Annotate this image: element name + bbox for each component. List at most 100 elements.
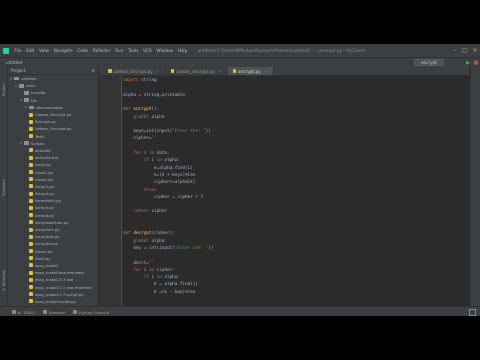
tree-file[interactable]: Array5.py [8,204,98,211]
tab-letters-encrypt[interactable]: Letters_Encrypt.py × [103,67,166,75]
project-panel-title[interactable]: Project [11,68,25,73]
event-log-icon[interactable] [469,308,476,316]
project-tree: ▾ untitled ▾ venv Include ▾ Lib ▸ site-packages C… [8,75,98,306]
code-line[interactable]: for i in cipher: [123,267,174,274]
tree-file[interactable]: Letters_Encrypt.py [8,125,98,132]
code-line[interactable]: global alpha [123,239,164,245]
todo-tool-button[interactable]: 6: TODO [8,310,39,315]
python-file-icon [170,69,175,73]
tree-file[interactable]: Array6.py [8,212,98,219]
code-line[interactable]: k=alpha.find(i) [123,166,193,172]
code-line[interactable]: if i in alpha: [123,158,180,164]
tree-file[interactable]: ArrayDel.py [8,240,98,247]
python-file-icon [29,177,33,182]
tree-file[interactable]: ArrayInsertion.py [8,219,98,226]
tree-folder[interactable]: ▾ venv [8,82,98,89]
tree-folder[interactable]: ▸ site-packages [8,104,98,111]
python-console-icon [72,310,77,314]
terminal-tool-button[interactable]: Terminal [39,310,69,315]
tree-file[interactable]: easy_install-3.7.exe [8,276,98,283]
code-line[interactable]: else: [123,188,157,194]
structure-tool-button[interactable]: Structure [2,179,6,196]
tree-file[interactable]: class1.py [8,168,98,175]
stop-icon[interactable]: ■ [472,60,480,66]
menu-window[interactable]: Window [154,48,175,53]
tab-encrypt[interactable]: encrypt.py × [227,67,274,75]
tree-file[interactable]: Array.py [8,161,98,168]
code-token: encrypt [133,107,152,113]
close-icon[interactable]: × [470,47,480,54]
project-tool-button[interactable]: Project [2,84,6,96]
tree-item-label: ArrayMulti.py [35,198,61,204]
tree-item-label: class2.py [35,176,54,182]
tree-folder[interactable]: ▾ Scripts [8,140,98,147]
code-line[interactable]: cipher+=alpha[k] [123,180,195,186]
close-tab-icon[interactable]: × [265,69,268,73]
tree-file[interactable]: easy_install-3.7.exe.manifest [8,283,98,290]
menu-file[interactable]: File [12,48,24,53]
code-line[interactable]: k=(k + keys)%len [123,173,195,179]
code-line[interactable]: cipher='' [123,136,156,142]
tree-file[interactable]: easy_install [8,262,98,269]
code-line[interactable]: k = alpha.find(i) [123,282,198,288]
tree-file[interactable]: easy_install-3.7-script.py [8,291,98,298]
maximize-icon[interactable]: □ [460,47,470,54]
tree-file[interactable]: class2.py [8,176,98,183]
favorites-tool-button[interactable]: 2: Favorites [2,270,6,291]
breadcrumb[interactable]: untitled [0,60,22,65]
code-line[interactable]: def decrypt(cipher): [123,231,175,237]
python-console-tool-button[interactable]: Python Console [69,310,113,315]
code-line[interactable]: for i in data: [123,151,169,157]
menu-navigate[interactable]: Navigate [51,48,75,53]
close-tab-icon[interactable]: × [219,69,222,73]
run-icon[interactable]: ▶ [464,60,472,66]
code-line[interactable]: decrt='' [123,261,154,267]
menu-refactor[interactable]: Refactor [91,48,113,53]
tree-file[interactable]: ArraySort.py [8,226,98,233]
menu-run[interactable]: Run [113,48,126,53]
tree-file[interactable]: ArrayUpd.py [8,233,98,240]
tree-file[interactable]: Array3.py [8,183,98,190]
tree-file[interactable]: Caesar_Encrypt.py [8,111,98,118]
code-line[interactable]: global alpha [123,115,164,121]
tree-file[interactable]: easy_install-script.py [8,298,98,305]
code-line[interactable]: import string [123,78,157,84]
menu-tools[interactable]: Tools [126,48,141,53]
tree-file[interactable]: activate.bat [8,154,98,161]
tree-file[interactable]: ArrayMulti.py [8,197,98,204]
code-token: for [133,267,144,273]
code-line[interactable]: def encrypt(): [123,107,159,113]
tree-file[interactable]: Test1 [8,133,98,140]
code-line[interactable]: keys=int(input("Enter the: ")) [123,129,211,135]
run-config-select[interactable]: encrypt [413,59,444,66]
tree-file[interactable]: Deact.py [8,248,98,255]
minimize-icon[interactable]: – [450,47,460,54]
code-line[interactable]: k =(k - key)%len [123,290,195,296]
close-tab-icon[interactable]: × [157,69,160,73]
tree-file[interactable]: Shell.py [8,255,98,262]
menu-edit[interactable]: Edit [24,48,37,53]
line-gutter[interactable] [99,76,122,306]
code-token: "Enter the: " [174,245,209,251]
code-line[interactable]: key = int(input("Enter the: ")) [123,245,213,252]
menu-bar: File Edit View Navigate Code Refactor Ru… [0,44,480,57]
code-line[interactable]: if i in alpha: [123,275,180,281]
python-file-icon [29,112,33,117]
tree-file[interactable]: Encrypt.py [8,118,98,125]
tree-file[interactable]: activate [8,147,98,154]
tree-file[interactable]: Array4.py [8,190,98,197]
tree-folder[interactable]: ▾ Lib [8,97,98,104]
menu-vcs[interactable]: VCS [141,48,154,53]
tab-caesar-encrypt[interactable]: caesar_encrypt.py × [166,67,228,75]
tree-folder[interactable]: ▾ untitled [8,75,98,82]
menu-help[interactable]: Help [175,48,189,53]
code-line[interactable]: cipher = cipher + i [123,195,203,201]
menu-view[interactable]: View [37,48,52,53]
code-line[interactable]: return cipher [123,209,167,215]
tree-folder[interactable]: Include [8,89,98,96]
tree-file[interactable]: easy_install.exe.manifest [8,269,98,276]
gear-icon[interactable]: ⚙ [91,68,95,73]
python-file-icon [29,227,33,232]
code-line[interactable]: alpha = string.printable [123,93,185,99]
menu-code[interactable]: Code [75,48,91,53]
